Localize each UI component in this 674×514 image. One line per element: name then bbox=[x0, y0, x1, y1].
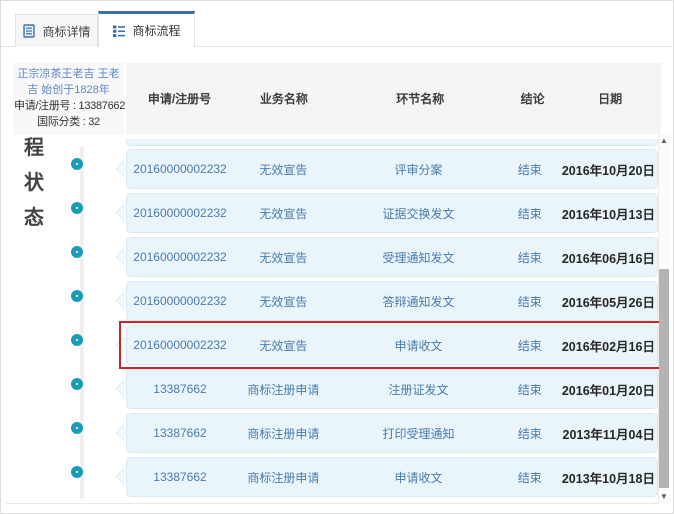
cell-conclusion: 结束 bbox=[517, 162, 542, 177]
cell-conclusion: 结束 bbox=[517, 470, 542, 485]
cell-step-name: 注册证发文 bbox=[388, 382, 449, 397]
timeline-circle-icon bbox=[71, 422, 83, 434]
cell-reg-no: 20160000002232 bbox=[133, 294, 227, 308]
cell-conclusion: 结束 bbox=[517, 382, 542, 397]
cell-conclusion: 结束 bbox=[517, 294, 542, 309]
cell-conclusion: 结束 bbox=[517, 426, 542, 441]
cell-reg-no: 20160000002232 bbox=[133, 338, 227, 352]
cell-date: 2016年10月13日 bbox=[561, 207, 655, 222]
cell-date: 2016年02月16日 bbox=[561, 339, 655, 354]
header-cell: 申请/注册号 bbox=[147, 92, 212, 106]
cell-business-name: 无效宣告 bbox=[259, 294, 308, 309]
tab-label: 商标详情 bbox=[42, 24, 91, 39]
cell-reg-no: 13387662 bbox=[153, 382, 207, 396]
row-card[interactable]: 13387662 商标注册申请 注册证发文 结束 2016年01月20日 bbox=[126, 369, 658, 409]
cell-step-name: 申请收文 bbox=[394, 338, 443, 353]
timeline-circle-icon bbox=[71, 202, 83, 214]
tab-trademark-process[interactable]: 商标流程 bbox=[98, 11, 195, 47]
row-card[interactable]: 20160000002232 无效宣告 证据交换发文 结束 2016年10月13… bbox=[126, 193, 658, 233]
table-row[interactable]: 20160000002232 无效宣告 评审分案 结束 2016年10月20日 bbox=[1, 147, 673, 191]
cell-business-name: 商标注册申请 bbox=[247, 470, 320, 485]
trademark-name: 正宗凉茶王老吉 王老吉 始创于1828年 bbox=[17, 68, 120, 97]
timeline-circle-icon bbox=[71, 158, 83, 170]
trademark-process-page: 商标详情 商标流程 正宗凉茶王老吉 王老吉 始创于1828年 申请/注册号 : … bbox=[0, 0, 674, 514]
timeline-circle-icon bbox=[71, 378, 83, 390]
header-cell: 环节名称 bbox=[396, 92, 445, 106]
cell-step-name: 答辩通知发文 bbox=[382, 294, 455, 309]
cell-reg-no: 20160000002232 bbox=[133, 206, 227, 220]
tab-trademark-details[interactable]: 商标详情 bbox=[15, 14, 98, 47]
cell-date: 2016年06月16日 bbox=[561, 251, 655, 266]
content-bottom-border bbox=[6, 503, 670, 504]
timeline-circle-icon bbox=[71, 290, 83, 302]
scrollbar-thumb[interactable] bbox=[659, 269, 669, 488]
cell-step-name: 申请收文 bbox=[394, 470, 443, 485]
header-cell: 业务名称 bbox=[259, 92, 308, 106]
table-row[interactable]: 20160000002232 无效宣告 受理通知发文 结束 2016年06月16… bbox=[1, 235, 673, 279]
timeline-circle-icon bbox=[71, 246, 83, 258]
scroll-up-arrow-icon[interactable]: ▲ bbox=[658, 135, 670, 147]
tab-label: 商标流程 bbox=[132, 24, 181, 38]
timeline-circle-icon bbox=[71, 334, 83, 346]
table-row[interactable]: 20160000002232 无效宣告 答辩通知发文 结束 2016年05月26… bbox=[1, 279, 673, 323]
header-cell: 结论 bbox=[520, 92, 545, 106]
cell-reg-no: 13387662 bbox=[153, 470, 207, 484]
partial-row-sliver bbox=[126, 139, 658, 146]
row-card[interactable]: 20160000002232 无效宣告 申请收文 结束 2016年02月16日 bbox=[126, 325, 658, 365]
row-card[interactable]: 20160000002232 无效宣告 答辩通知发文 结束 2016年05月26… bbox=[126, 281, 658, 321]
document-icon bbox=[22, 24, 36, 38]
table-row[interactable]: 13387662 商标注册申请 打印受理通知 结束 2013年11月04日 bbox=[1, 411, 673, 455]
cell-business-name: 无效宣告 bbox=[259, 206, 308, 221]
cell-business-name: 商标注册申请 bbox=[247, 426, 320, 441]
cell-step-name: 打印受理通知 bbox=[382, 426, 455, 441]
cell-step-name: 评审分案 bbox=[394, 162, 443, 177]
cell-business-name: 无效宣告 bbox=[259, 162, 308, 177]
cell-conclusion: 结束 bbox=[517, 338, 542, 353]
table-row[interactable]: 20160000002232 无效宣告 申请收文 结束 2016年02月16日 bbox=[1, 321, 673, 369]
cell-reg-no: 20160000002232 bbox=[133, 250, 227, 264]
header-cell: 日期 bbox=[598, 92, 623, 106]
cell-date: 2016年05月26日 bbox=[561, 295, 655, 310]
row-card[interactable]: 13387662 商标注册申请 申请收文 结束 2013年10月18日 bbox=[126, 457, 658, 497]
cell-date: 2013年10月18日 bbox=[561, 471, 655, 486]
cell-business-name: 商标注册申请 bbox=[247, 382, 320, 397]
table-header: 申请/注册号 业务名称 环节名称 结论 日期 bbox=[126, 63, 661, 134]
cell-conclusion: 结束 bbox=[517, 250, 542, 265]
international-class: 国际分类 : 32 bbox=[37, 115, 100, 128]
cell-business-name: 无效宣告 bbox=[259, 250, 308, 265]
trademark-info-box: 正宗凉茶王老吉 王老吉 始创于1828年 申请/注册号 : 13387662 国… bbox=[13, 63, 126, 135]
row-card[interactable]: 20160000002232 无效宣告 评审分案 结束 2016年10月20日 bbox=[126, 149, 658, 189]
cell-date: 2016年10月20日 bbox=[561, 163, 655, 178]
cell-date: 2016年01月20日 bbox=[561, 383, 655, 398]
list-icon bbox=[112, 24, 126, 38]
cell-conclusion: 结束 bbox=[517, 206, 542, 221]
cell-step-name: 证据交换发文 bbox=[382, 206, 455, 221]
cell-date: 2013年11月04日 bbox=[562, 427, 655, 442]
table-row[interactable]: 20160000002232 无效宣告 证据交换发文 结束 2016年10月13… bbox=[1, 191, 673, 235]
cell-business-name: 无效宣告 bbox=[259, 338, 308, 353]
cell-reg-no: 13387662 bbox=[153, 426, 207, 440]
row-card[interactable]: 20160000002232 无效宣告 受理通知发文 结束 2016年06月16… bbox=[126, 237, 658, 277]
table-row[interactable]: 13387662 商标注册申请 注册证发文 结束 2016年01月20日 bbox=[1, 367, 673, 411]
timeline-circle-icon bbox=[71, 466, 83, 478]
cell-reg-no: 20160000002232 bbox=[133, 162, 227, 176]
row-card[interactable]: 13387662 商标注册申请 打印受理通知 结束 2013年11月04日 bbox=[126, 413, 658, 453]
cell-step-name: 受理通知发文 bbox=[382, 250, 455, 265]
scroll-down-arrow-icon[interactable]: ▼ bbox=[658, 491, 670, 503]
table-row[interactable]: 13387662 商标注册申请 申请收文 结束 2013年10月18日 bbox=[1, 455, 673, 499]
registration-number: 申请/注册号 : 13387662 bbox=[14, 100, 126, 112]
